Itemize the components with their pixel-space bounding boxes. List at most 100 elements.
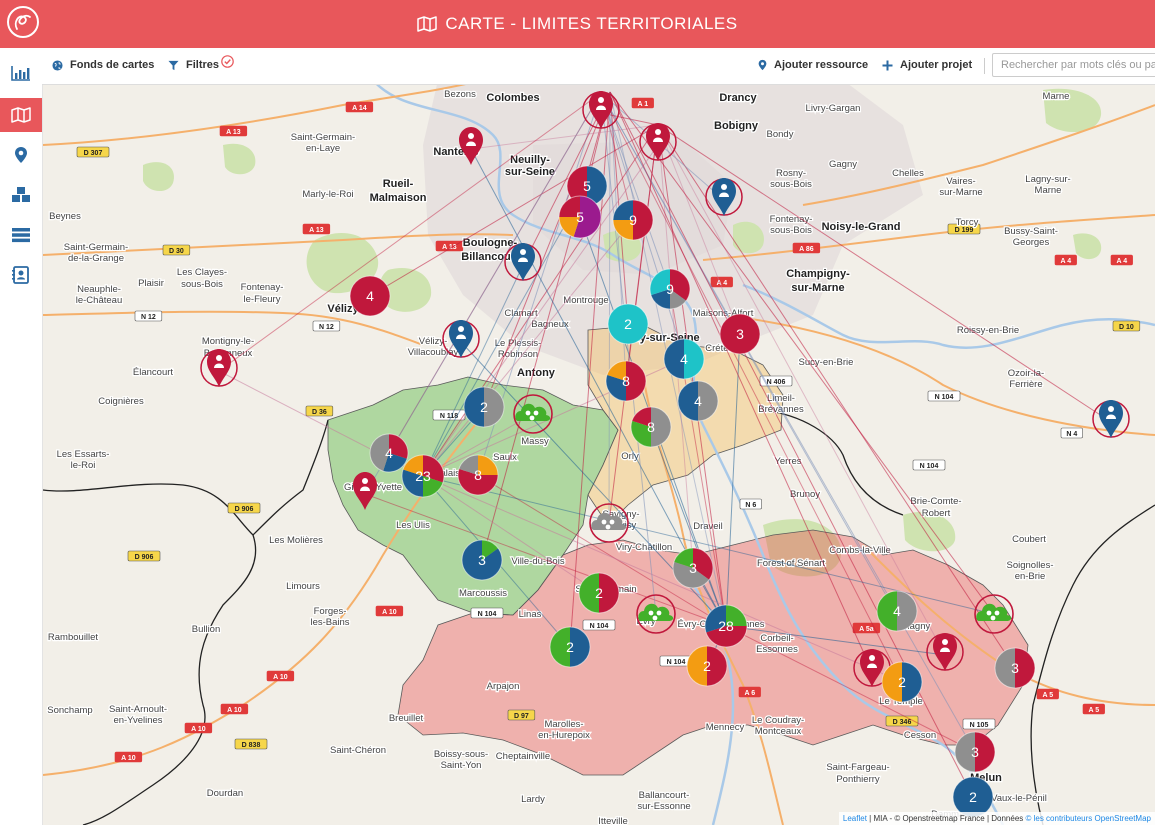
cluster-pie-marker[interactable]: 2: [607, 303, 649, 345]
sidebar-item-resources[interactable]: [0, 178, 42, 212]
cluster-count: 2: [898, 674, 906, 690]
cluster-pie-marker[interactable]: 3: [954, 731, 996, 773]
place-label: Cheptainville: [496, 751, 550, 762]
cluster-pie-marker[interactable]: 8: [630, 406, 672, 448]
place-label: Boissy-sous-: [434, 749, 488, 760]
cluster-pie-marker[interactable]: 3: [672, 547, 714, 589]
cluster-pie-marker[interactable]: 4: [349, 275, 391, 317]
road-label: D 346: [893, 719, 912, 726]
cluster-pie-marker[interactable]: 2: [463, 386, 505, 428]
cluster-pie-marker[interactable]: 9: [649, 268, 691, 310]
sidebar-item-dashboard[interactable]: [0, 56, 42, 90]
cluster-pie-marker[interactable]: 8: [457, 454, 499, 496]
filters-button[interactable]: Filtres: [168, 54, 234, 71]
cluster-pie-marker[interactable]: 23: [401, 454, 445, 498]
cluster-count: 2: [595, 585, 603, 601]
place-label: en-Brie: [1015, 571, 1046, 582]
road-shield: D 307: [76, 146, 110, 158]
cluster-count: 4: [385, 445, 393, 461]
road-label: N 406: [767, 379, 786, 386]
leaflet-link[interactable]: Leaflet: [843, 814, 867, 823]
user-icon: [869, 655, 875, 661]
cluster-pie-marker[interactable]: 4: [663, 338, 705, 380]
road-label: N 4: [1066, 431, 1077, 438]
cluster-pie-marker[interactable]: 2: [578, 572, 620, 614]
place-label: Bondy: [767, 129, 794, 140]
page-title: CARTE - LIMITES TERRITORIALES: [0, 14, 1155, 34]
cluster-pie-marker[interactable]: 3: [461, 539, 503, 581]
cluster-pie-marker[interactable]: 2: [952, 776, 994, 818]
road-label: N 6: [745, 502, 756, 509]
place-label: Rosny-: [776, 168, 806, 179]
user-icon: [655, 129, 661, 135]
cluster-pie-marker[interactable]: 3: [994, 647, 1036, 689]
cluster-pie-marker[interactable]: 2: [549, 626, 591, 668]
cluster-pie-marker[interactable]: 28: [704, 604, 748, 648]
cluster-pie-marker[interactable]: 3: [719, 313, 761, 355]
basemaps-button[interactable]: Fonds de cartes: [52, 59, 154, 71]
place-label: Saulx: [493, 452, 517, 463]
road-label: D 97: [514, 713, 529, 720]
road-shield: N 6: [739, 498, 762, 510]
cluster-pie-marker[interactable]: 5: [558, 195, 602, 239]
place-label: les-Bains: [310, 617, 349, 628]
place-label: Robert: [922, 508, 951, 519]
place-label: Antony: [517, 367, 556, 379]
cluster-count: 2: [969, 789, 977, 805]
road-label: D 838: [242, 742, 261, 749]
sidebar-item-places[interactable]: [0, 138, 42, 172]
page-title-text: CARTE - LIMITES TERRITORIALES: [445, 14, 738, 33]
person-dot-icon: [986, 610, 992, 616]
cluster-pie-marker[interactable]: 4: [369, 433, 409, 473]
place-label: Les Essarts-: [57, 449, 110, 460]
cluster-pie-marker[interactable]: 9: [612, 199, 654, 241]
road-label: A 13: [226, 129, 241, 136]
place-label: Ponthierry: [836, 774, 880, 785]
place-label: Saint-Arnoult-: [109, 704, 167, 715]
road-label: A 5: [1042, 692, 1053, 699]
road-label: A 5: [1088, 707, 1099, 714]
sidebar-item-contacts[interactable]: [0, 258, 42, 292]
cluster-pie-marker[interactable]: 2: [686, 645, 728, 687]
road-label: A 6: [744, 690, 755, 697]
road-label: A 4: [716, 280, 727, 287]
place-label: Élancourt: [133, 367, 173, 378]
place-label: Bussy-Saint-: [1004, 226, 1058, 237]
person-dot-icon: [529, 415, 535, 421]
cluster-pie-marker[interactable]: 2: [881, 661, 923, 703]
add-project-button[interactable]: Ajouter projet: [882, 59, 972, 71]
place-label: Vaux-le-Pénil: [991, 793, 1047, 804]
person-dot-icon: [605, 524, 611, 530]
search-placeholder: Rechercher par mots clés ou par: [1001, 59, 1155, 71]
place-label: Neauphle-: [77, 284, 121, 295]
user-icon: [721, 184, 727, 190]
cluster-pie-marker[interactable]: 4: [876, 590, 918, 632]
place-label: Limours: [286, 581, 320, 592]
cluster-pie-marker[interactable]: 8: [605, 360, 647, 402]
place-label: Livry-Gargan: [806, 103, 861, 114]
place-label: Saint-Germain-: [64, 242, 128, 253]
cluster-count: 5: [583, 178, 591, 194]
place-label: Viry-Châtillon: [616, 542, 672, 553]
add-project-label: Ajouter projet: [900, 59, 973, 71]
place-label: Plaisir: [138, 278, 164, 289]
cubes-icon: [12, 187, 30, 202]
add-resource-button[interactable]: Ajouter ressource: [758, 59, 868, 71]
road-shield: N 104: [927, 390, 961, 402]
place-label: sur-Marne: [791, 282, 844, 294]
osm-contributors-link[interactable]: © les contributeurs OpenStreetMap: [1025, 814, 1151, 823]
road-shield: N 4: [1060, 427, 1083, 439]
place-label: Cesson: [904, 730, 936, 741]
cluster-pie-marker[interactable]: 4: [677, 380, 719, 422]
app-header: CARTE - LIMITES TERRITORIALES: [0, 0, 1155, 48]
search-input[interactable]: Rechercher par mots clés ou par: [992, 53, 1155, 77]
sidebar-item-list[interactable]: [0, 218, 42, 252]
place-label: Drancy: [719, 92, 757, 104]
map-canvas[interactable]: A 14 A 13 A 1 D 307 A 13 A 13 A 86 D 199 A 4 A 4 D…: [43, 85, 1155, 825]
sidebar-item-map[interactable]: [0, 98, 42, 132]
filters-label: Filtres: [186, 59, 220, 71]
road-shield: D 906: [227, 502, 261, 514]
place-label: Billancourt: [461, 251, 519, 263]
road-label: N 104: [590, 623, 609, 630]
place-label: Fontenay-: [241, 282, 284, 293]
